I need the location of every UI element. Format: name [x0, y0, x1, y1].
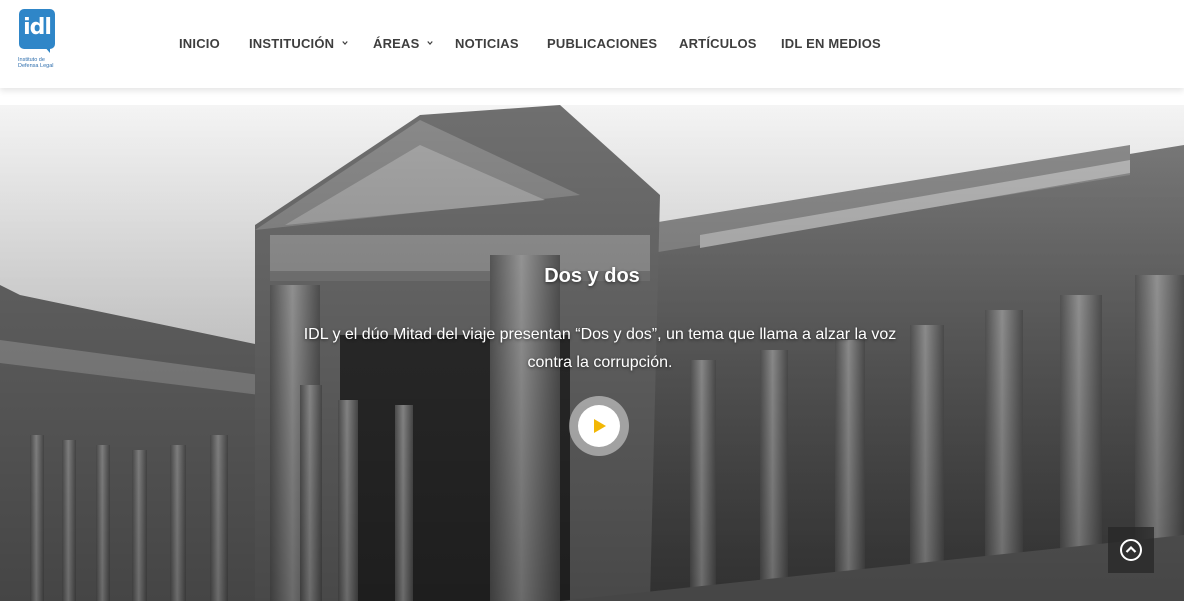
nav-item-areas[interactable]: ÁREAS	[373, 36, 434, 52]
hero-description: IDL y el dúo Mitad del viaje presentan “…	[303, 326, 897, 371]
nav-item-articulos[interactable]: ARTÍCULOS	[679, 36, 757, 52]
nav-item-label: ARTÍCULOS	[679, 36, 757, 51]
logo-caption: Instituto de Defensa Legal	[18, 57, 54, 69]
nav-item-label: IDL EN MEDIOS	[781, 36, 881, 51]
nav-item-label: ÁREAS	[373, 36, 420, 51]
main-nav: INICIO INSTITUCIÓN ÁREAS NOTICIAS PUBLIC…	[0, 36, 900, 52]
nav-item-label: INICIO	[179, 36, 220, 51]
hero-title: Dos y dos	[544, 265, 640, 287]
play-video-button[interactable]	[569, 396, 629, 456]
nav-item-inicio[interactable]: INICIO	[179, 36, 220, 52]
site-header: idl Instituto de Defensa Legal INICIO IN…	[0, 0, 1184, 88]
play-icon	[594, 419, 606, 433]
chevron-down-icon	[427, 41, 434, 46]
nav-item-publicaciones[interactable]: PUBLICACIONES	[547, 36, 657, 52]
chevron-up-circle-icon	[1120, 539, 1142, 561]
nav-item-label: INSTITUCIÓN	[249, 36, 335, 51]
nav-item-institucion[interactable]: INSTITUCIÓN	[249, 36, 348, 52]
nav-item-label: PUBLICACIONES	[547, 36, 658, 51]
hero-slider: Dos y dos IDL y el dúo Mitad del viaje p…	[0, 105, 1184, 601]
scroll-to-top-button[interactable]	[1108, 527, 1154, 573]
nav-item-idl-en-medios[interactable]: IDL EN MEDIOS	[781, 36, 881, 52]
nav-item-noticias[interactable]: NOTICIAS	[455, 36, 519, 52]
nav-item-label: NOTICIAS	[455, 36, 519, 51]
chevron-down-icon	[342, 41, 348, 46]
